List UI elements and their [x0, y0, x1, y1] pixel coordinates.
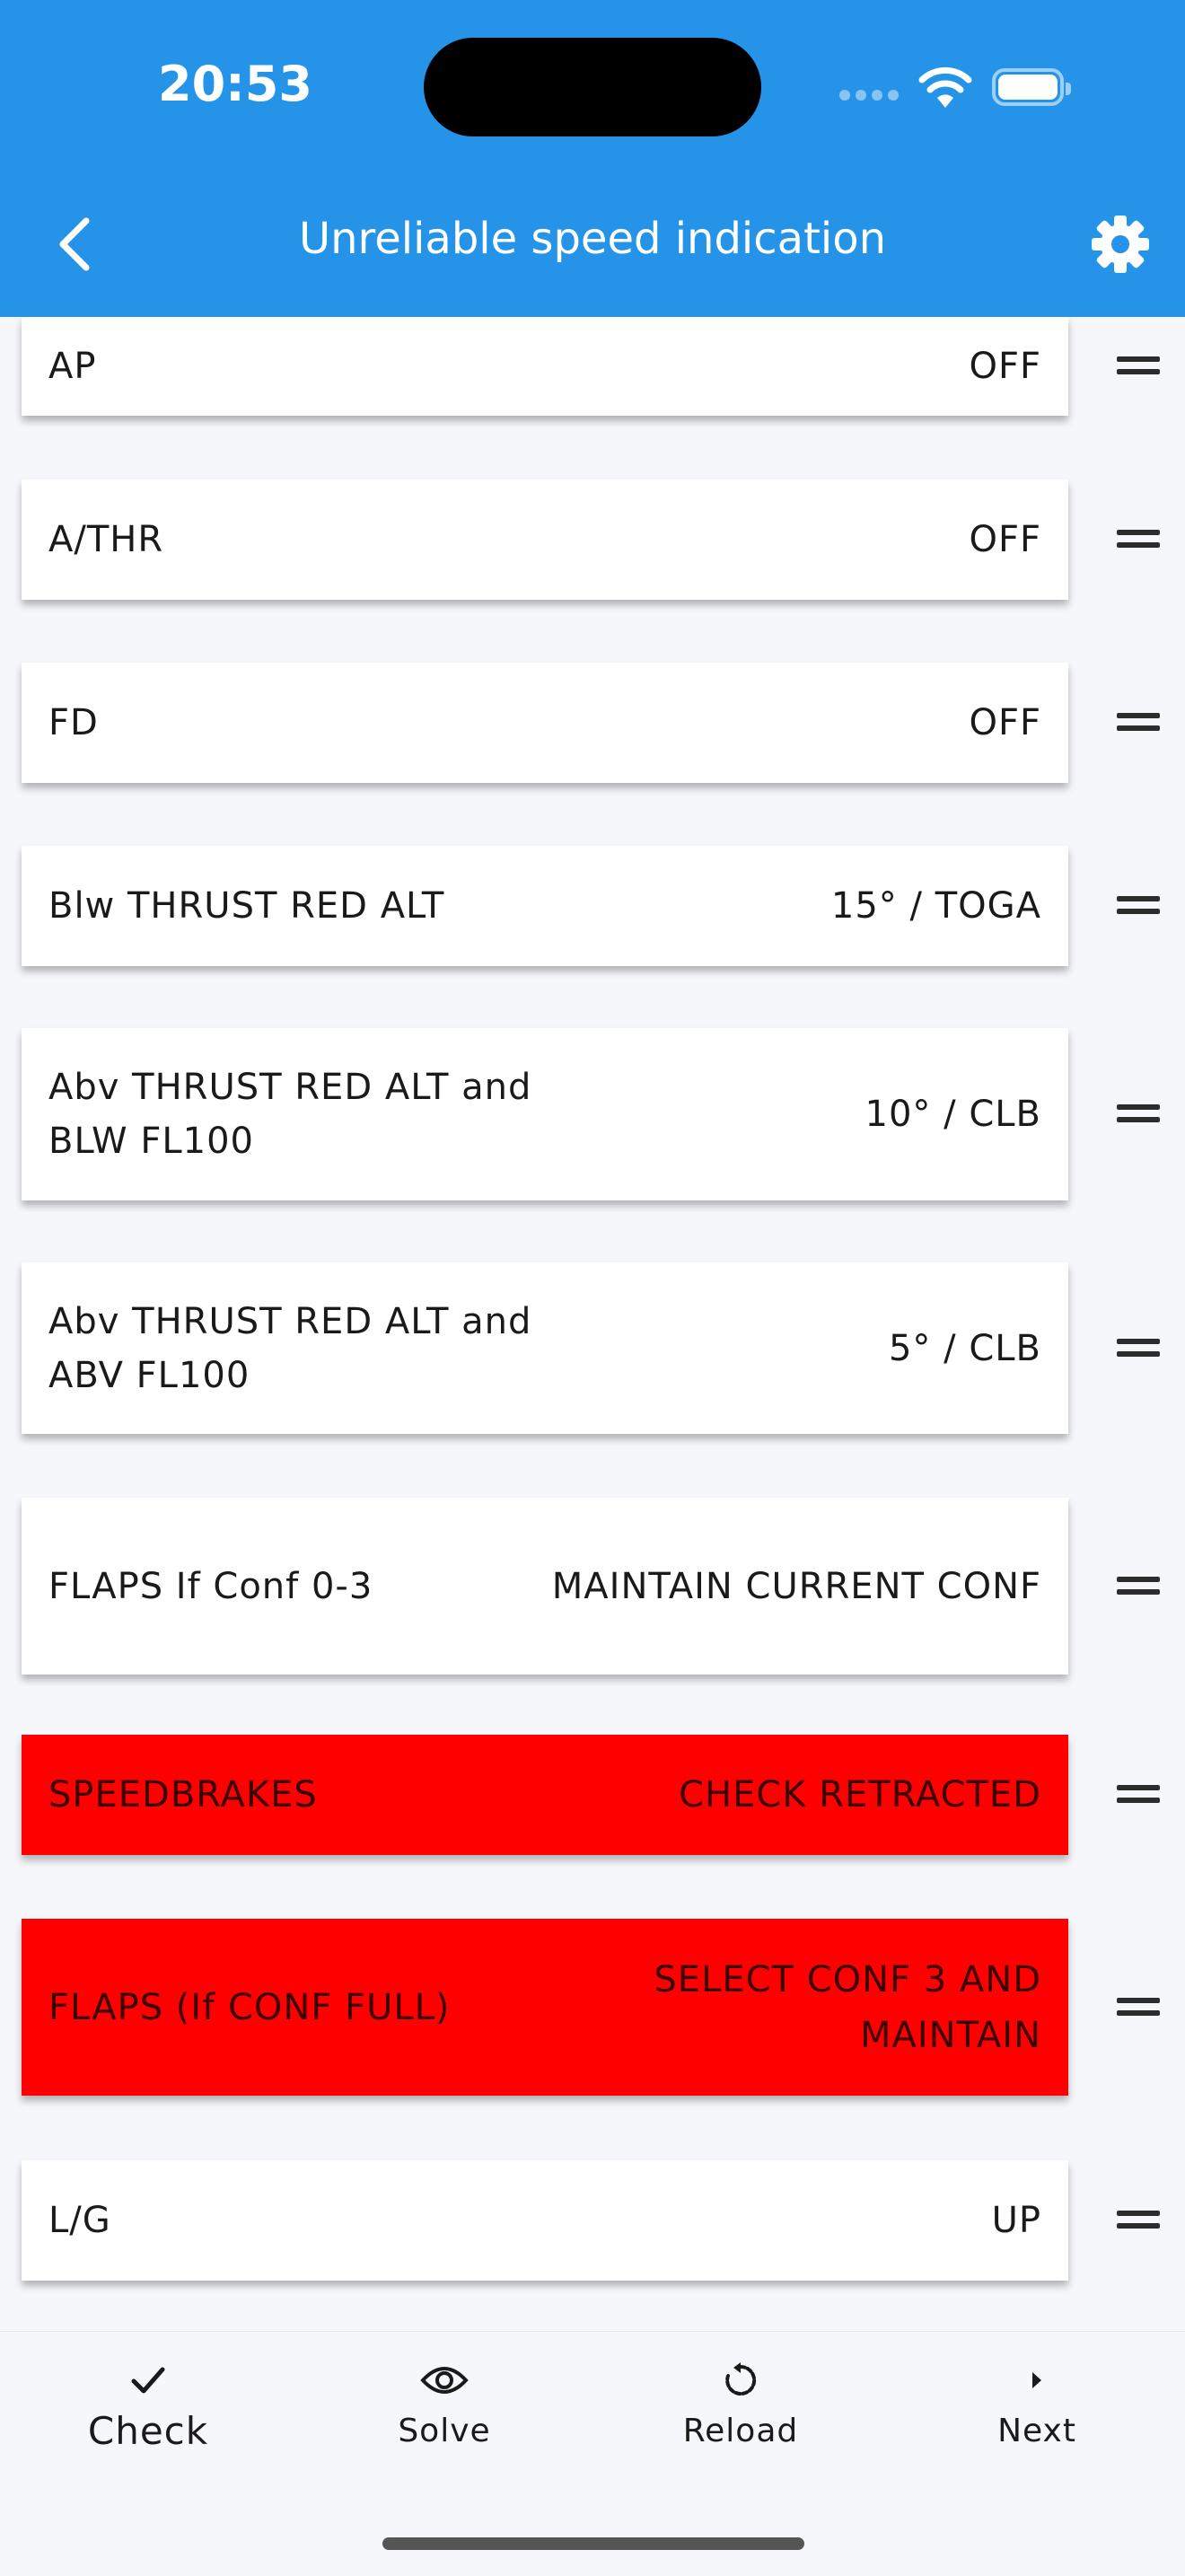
checklist-card[interactable]: FD OFF: [22, 663, 1068, 783]
checklist-card[interactable]: A/THR OFF: [22, 479, 1068, 600]
eye-icon: [420, 2367, 469, 2394]
list-item[interactable]: L/G UP: [0, 2160, 1185, 2281]
item-label: Blw THRUST RED ALT: [48, 885, 445, 927]
item-value: SELECT CONF 3 AND MAINTAIN: [654, 1958, 1041, 2056]
checklist-card-alert[interactable]: SPEEDBRAKES CHECK RETRACTED: [22, 1735, 1068, 1855]
item-label: FLAPS (If CONF FULL): [48, 1986, 451, 2028]
item-value: OFF: [969, 702, 1041, 743]
item-label: FLAPS If Conf 0-3: [48, 1565, 373, 1607]
nav-label-reload: Reload: [682, 2413, 799, 2449]
drag-handle-icon[interactable]: [1117, 528, 1160, 551]
drag-handle-icon[interactable]: [1117, 1575, 1160, 1598]
item-value: UP: [991, 2200, 1041, 2241]
gear-icon[interactable]: [1090, 214, 1151, 275]
item-label: SPEEDBRAKES: [48, 1774, 318, 1816]
list-item[interactable]: FD OFF: [0, 663, 1185, 783]
item-label: Abv THRUST RED ALT and ABV FL100: [48, 1300, 532, 1396]
item-value: OFF: [969, 346, 1041, 387]
item-value: 10° / CLB: [865, 1094, 1041, 1135]
list-item[interactable]: FLAPS (If CONF FULL) SELECT CONF 3 AND M…: [0, 1919, 1185, 2096]
back-arrow-icon[interactable]: [47, 208, 101, 280]
wifi-icon: [918, 66, 972, 108]
checklist-card[interactable]: Abv THRUST RED ALT and ABV FL100 5° / CL…: [22, 1262, 1068, 1434]
status-time: 20:53: [158, 56, 312, 112]
drag-handle-icon[interactable]: [1117, 1783, 1160, 1807]
list-item[interactable]: Abv THRUST RED ALT and BLW FL100 10° / C…: [0, 1028, 1185, 1200]
nav-label-check: Check: [87, 2409, 209, 2453]
next-arrow-icon: [1032, 2372, 1041, 2388]
nav-label-next: Next: [997, 2413, 1076, 2449]
cellular-signal-icon: [839, 90, 899, 101]
check-button[interactable]: Check: [13, 2359, 283, 2453]
item-label: Abv THRUST RED ALT and BLW FL100: [48, 1067, 532, 1162]
drag-handle-icon[interactable]: [1117, 1337, 1160, 1360]
drag-handle-icon[interactable]: [1117, 2209, 1160, 2232]
drag-handle-icon[interactable]: [1117, 1103, 1160, 1126]
app-bar: 20:53 Unreliable speed indication: [0, 0, 1185, 317]
nav-label-solve: Solve: [398, 2413, 491, 2449]
item-value: 15° / TOGA: [830, 885, 1041, 927]
drag-handle-icon[interactable]: [1117, 1996, 1160, 2019]
checklist-card-alert[interactable]: FLAPS (If CONF FULL) SELECT CONF 3 AND M…: [22, 1919, 1068, 2096]
item-value: OFF: [969, 519, 1041, 560]
item-label: A/THR: [48, 519, 164, 560]
page-title: Unreliable speed indication: [298, 214, 887, 264]
drag-handle-icon[interactable]: [1117, 711, 1160, 734]
battery-icon: [992, 68, 1071, 106]
list-item[interactable]: AP OFF: [0, 317, 1185, 416]
checklist-card[interactable]: Blw THRUST RED ALT 15° / TOGA: [22, 846, 1068, 966]
list-item[interactable]: Abv THRUST RED ALT and ABV FL100 5° / CL…: [0, 1262, 1185, 1434]
reload-icon: [725, 2362, 757, 2396]
item-label: FD: [48, 702, 99, 743]
solve-button[interactable]: Solve: [310, 2359, 579, 2449]
item-label: L/G: [48, 2200, 111, 2241]
home-indicator: [382, 2537, 804, 2550]
next-button[interactable]: Next: [902, 2359, 1172, 2449]
list-item[interactable]: A/THR OFF: [0, 479, 1185, 600]
item-value: 5° / CLB: [888, 1327, 1041, 1369]
list-item[interactable]: FLAPS If Conf 0-3 MAINTAIN CURRENT CONF: [0, 1498, 1185, 1675]
dynamic-island: [424, 38, 761, 136]
checklist-card[interactable]: AP OFF: [22, 317, 1068, 416]
list-item[interactable]: SPEEDBRAKES CHECK RETRACTED: [0, 1735, 1185, 1855]
reload-button[interactable]: Reload: [606, 2359, 875, 2449]
checklist-card[interactable]: Abv THRUST RED ALT and BLW FL100 10° / C…: [22, 1028, 1068, 1200]
item-value: CHECK RETRACTED: [679, 1774, 1041, 1816]
drag-handle-icon[interactable]: [1117, 894, 1160, 918]
checklist-card[interactable]: FLAPS If Conf 0-3 MAINTAIN CURRENT CONF: [22, 1498, 1068, 1675]
checklist-card[interactable]: L/G UP: [22, 2160, 1068, 2281]
item-label: AP: [48, 346, 97, 387]
check-icon: [131, 2367, 165, 2394]
item-value: MAINTAIN CURRENT CONF: [551, 1565, 1041, 1607]
list-item[interactable]: Blw THRUST RED ALT 15° / TOGA: [0, 846, 1185, 966]
drag-handle-icon[interactable]: [1117, 355, 1160, 378]
